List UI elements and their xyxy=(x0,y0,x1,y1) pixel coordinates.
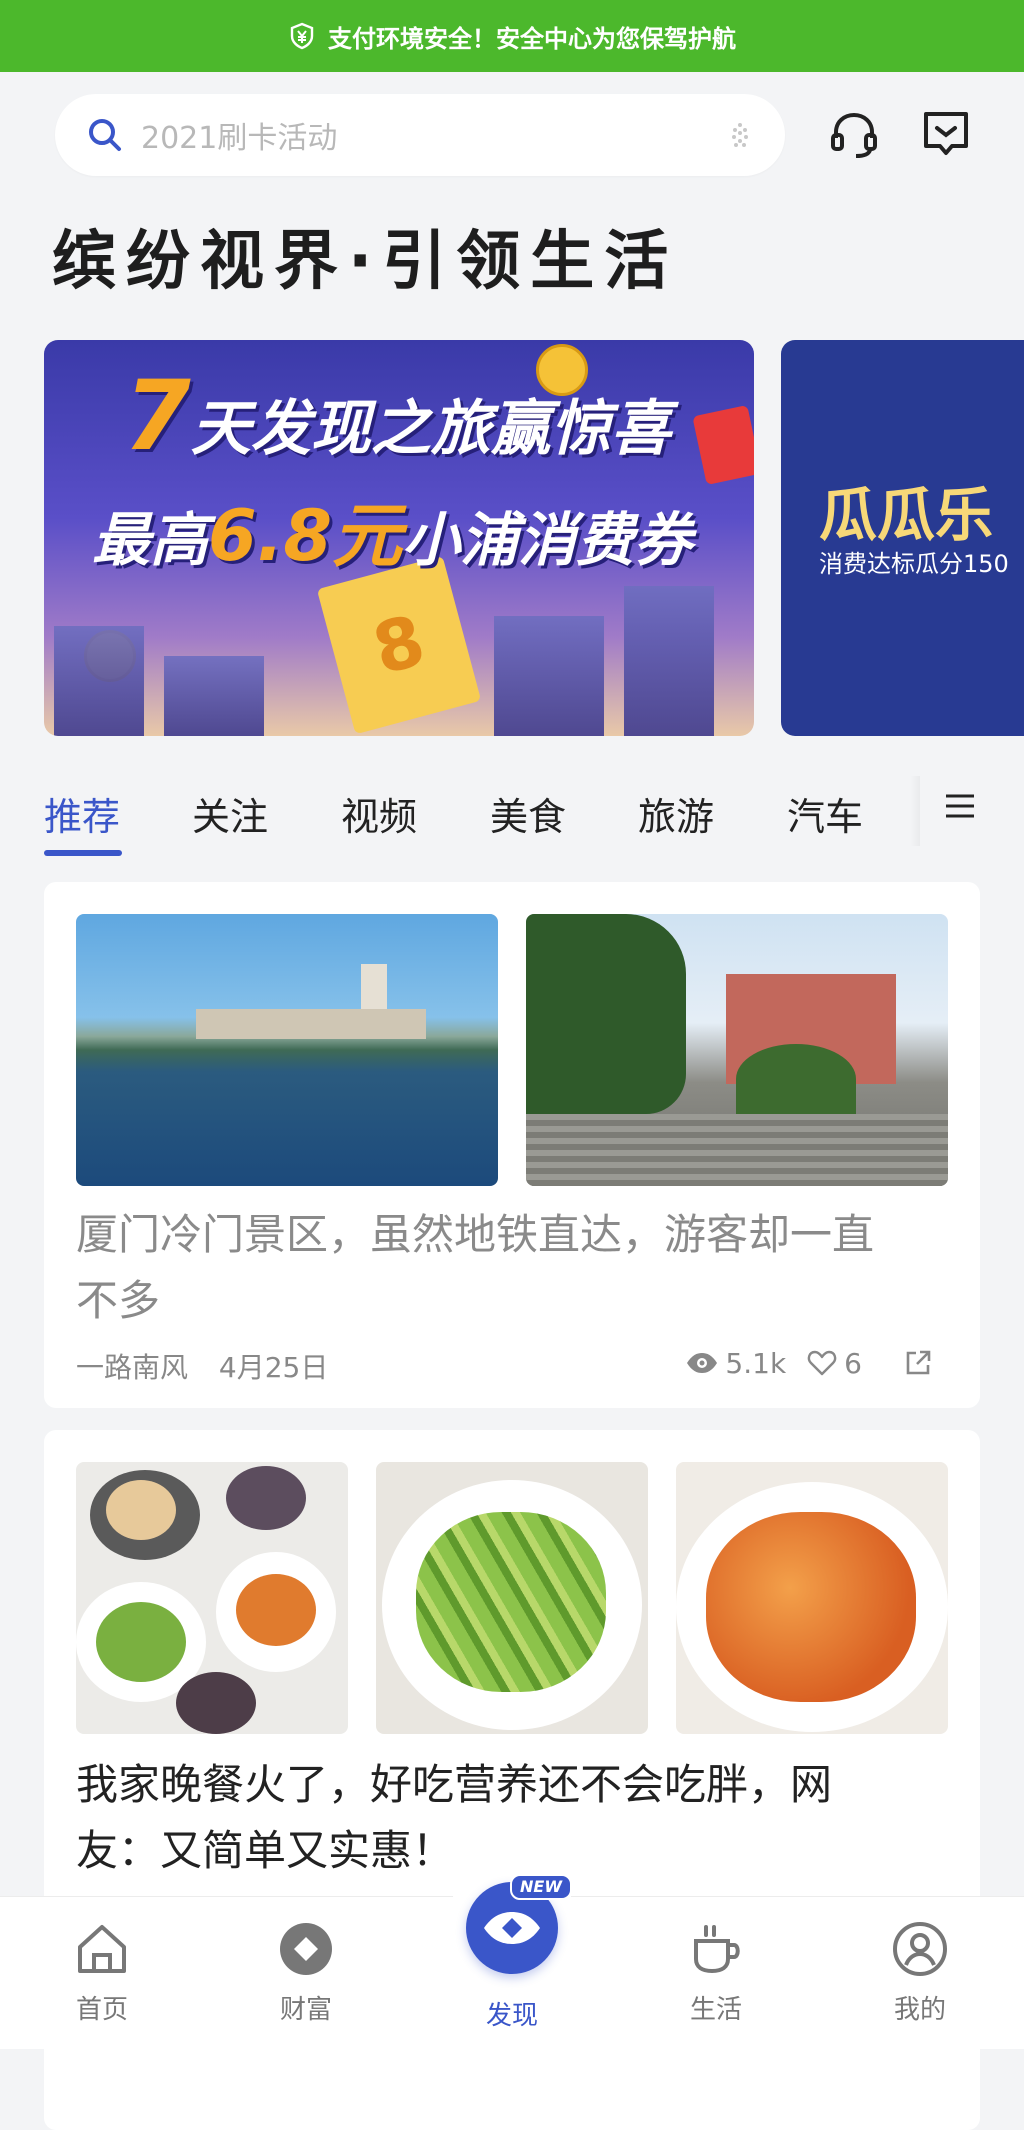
new-badge: NEW xyxy=(510,1874,572,1900)
tab-travel[interactable]: 旅游 xyxy=(638,786,714,841)
nav-home-label: 首页 xyxy=(75,1995,128,2025)
tab-food[interactable]: 美食 xyxy=(490,786,566,841)
search-input[interactable]: 2021刷卡活动 xyxy=(141,113,725,157)
nav-profile-label: 我的 xyxy=(893,1995,946,2025)
security-banner[interactable]: 支付环境安全！安全中心为您保驾护航 xyxy=(0,0,1024,72)
share-icon[interactable] xyxy=(902,1347,934,1379)
wealth-icon xyxy=(280,1923,332,1975)
category-tabs: 推荐 关注 视频 美食 旅游 汽车 xyxy=(0,780,1024,860)
historic-building-image[interactable] xyxy=(526,914,948,1186)
message-icon[interactable] xyxy=(920,108,972,160)
shrimp-shape xyxy=(236,1574,316,1646)
braised-shrimp-image[interactable] xyxy=(676,1462,948,1734)
article-meta: 一路南风 4月25日 xyxy=(76,1346,350,1386)
article-card[interactable]: 厦门冷门景区，虽然地铁直达，游客却一直 不多 一路南风 4月25日 5.1k 6 xyxy=(44,882,980,1408)
promo-line-2-prefix: 最高 xyxy=(92,506,209,574)
celery-shape xyxy=(96,1602,186,1682)
article-date: 4月25日 xyxy=(218,1351,329,1384)
promo-slide-guaguale[interactable]: 瓜瓜乐 消费达标瓜分150 xyxy=(781,340,1024,736)
home-icon xyxy=(78,1925,126,1973)
article-title-line-1: 我家晚餐火了，好吃营养还不会吃胖，网 xyxy=(76,1760,833,1809)
profile-icon xyxy=(893,1922,947,1976)
tabs-divider xyxy=(910,776,920,846)
search-bar[interactable]: 2021刷卡活动 xyxy=(55,94,785,176)
menu-icon[interactable] xyxy=(942,788,978,824)
red-envelope-icon xyxy=(692,404,754,486)
building-illustration xyxy=(164,656,264,736)
building-illustration xyxy=(54,626,144,736)
voice-search-icon[interactable] xyxy=(725,120,755,150)
security-banner-text: 支付环境安全！安全中心为您保驾护航 xyxy=(328,24,736,53)
bun-shape xyxy=(106,1480,176,1540)
soup-bowl-shape xyxy=(226,1466,306,1530)
page-headline: 缤纷视界·引领生活 xyxy=(52,225,679,299)
promo-amount: 6.8元 xyxy=(208,495,403,577)
like-heart-icon[interactable] xyxy=(806,1347,838,1379)
coffee-cup-icon xyxy=(694,1925,740,1974)
nav-discover[interactable]: 发现 xyxy=(452,1995,572,2032)
stir-fried-celery-image[interactable] xyxy=(376,1462,648,1734)
nav-life-label: 生活 xyxy=(689,1995,742,2025)
dinner-spread-image[interactable] xyxy=(76,1462,348,1734)
stairs-shape xyxy=(526,1114,948,1186)
promo-slide-discovery-trip[interactable]: 8 7天发现之旅赢惊喜 最高6.8元小浦消费券 xyxy=(44,340,754,736)
nav-discover-label: 发现 xyxy=(485,2001,538,2031)
promo-line-2: 最高6.8元小浦消费券 xyxy=(92,480,692,581)
article-view-count: 5.1k xyxy=(725,1346,787,1380)
article-title-line-2: 友：又简单又实惠！ xyxy=(76,1826,455,1875)
promo-line-1-text: 天发现之旅赢惊喜 xyxy=(190,394,671,464)
building-illustration xyxy=(494,616,604,736)
nav-home[interactable]: 首页 xyxy=(42,1919,162,2026)
article-title-line-1: 厦门冷门景区，虽然地铁直达，游客却一直 xyxy=(76,1210,875,1259)
shield-yuan-icon xyxy=(290,22,314,50)
promo-slide-2-subtitle: 消费达标瓜分150 xyxy=(819,550,1009,578)
nav-life[interactable]: 生活 xyxy=(656,1919,776,2026)
article-author[interactable]: 一路南风 xyxy=(76,1351,188,1384)
building-illustration xyxy=(624,586,714,736)
promo-carousel[interactable]: 8 7天发现之旅赢惊喜 最高6.8元小浦消费券 瓜瓜乐 消费达标瓜分150 xyxy=(44,340,1024,736)
tab-auto[interactable]: 汽车 xyxy=(787,786,863,841)
customer-service-headset-icon[interactable] xyxy=(828,108,880,160)
tab-recommended[interactable]: 推荐 xyxy=(44,786,120,841)
article-like-count: 6 xyxy=(844,1346,862,1380)
promo-slide-2-title: 瓜瓜乐 xyxy=(819,481,994,549)
celery-shape xyxy=(416,1512,606,1692)
building-row-shape xyxy=(196,1009,426,1039)
promo-line-1: 7天发现之旅赢惊喜 xyxy=(124,360,671,472)
voucher-ticket-icon: 8 xyxy=(316,555,482,735)
article-stats: 5.1k 6 xyxy=(685,1346,940,1380)
promo-days-number: 7 xyxy=(124,360,191,472)
views-eye-icon xyxy=(687,1353,718,1373)
article-title[interactable]: 我家晚餐火了，好吃营养还不会吃胖，网 友：又简单又实惠！ xyxy=(76,1752,832,1884)
tab-video[interactable]: 视频 xyxy=(341,786,417,841)
search-icon xyxy=(89,119,121,151)
nav-wealth[interactable]: 财富 xyxy=(246,1919,366,2026)
shrimp-shape xyxy=(706,1512,916,1702)
nav-profile[interactable]: 我的 xyxy=(860,1919,980,2026)
bush-shape xyxy=(736,1044,856,1114)
promo-line-2-suffix: 小浦消费券 xyxy=(402,506,693,574)
tree-shape xyxy=(526,914,686,1114)
active-tab-indicator xyxy=(44,850,122,856)
lake-with-buildings-image[interactable] xyxy=(76,914,498,1186)
nav-wealth-label: 财富 xyxy=(279,1995,332,2025)
soup-bowl-shape xyxy=(176,1672,256,1734)
article-title[interactable]: 厦门冷门景区，虽然地铁直达，游客却一直 不多 xyxy=(76,1202,874,1334)
tab-following[interactable]: 关注 xyxy=(192,786,268,841)
article-title-line-2: 不多 xyxy=(76,1276,161,1325)
